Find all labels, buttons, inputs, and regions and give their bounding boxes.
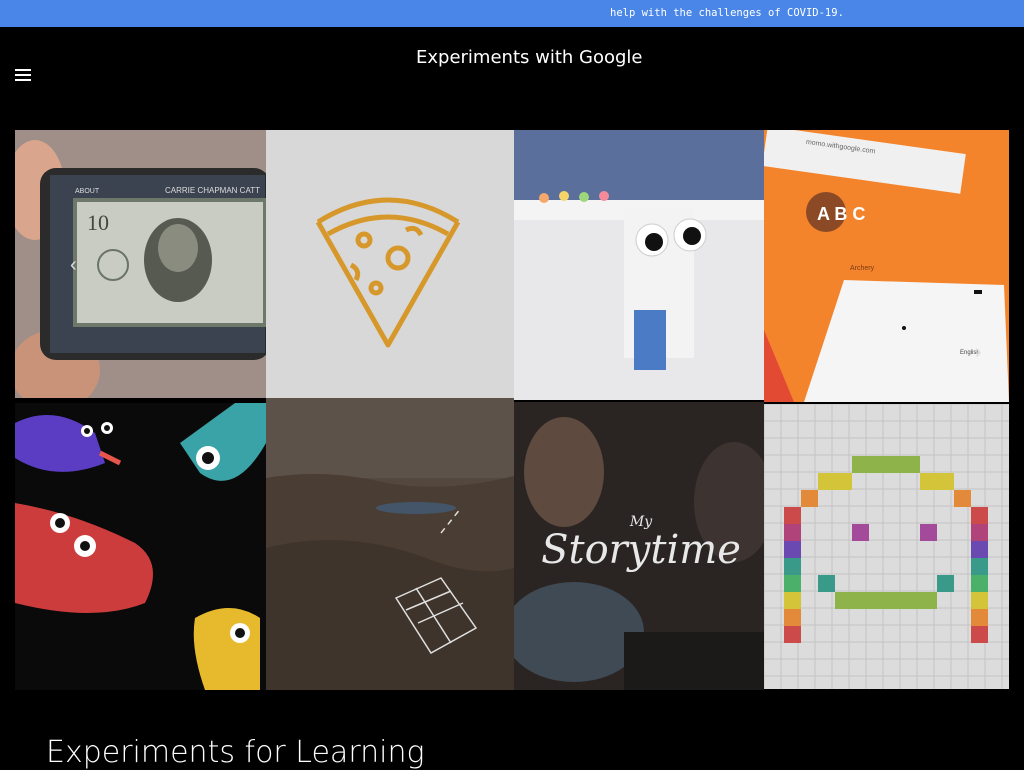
- pixel-cell: [869, 456, 886, 473]
- pixel-cell: [784, 524, 801, 541]
- experiment-tile-pixel-face[interactable]: [764, 404, 1009, 689]
- pixel-cell: [784, 507, 801, 524]
- pixel-cell: [920, 473, 937, 490]
- pixel-cell: [971, 609, 988, 626]
- pixel-cell: [937, 473, 954, 490]
- experiment-tile-pizza[interactable]: [266, 130, 514, 398]
- pixel-cell: [818, 575, 835, 592]
- pixel-cell: [818, 473, 835, 490]
- pixel-cell: [971, 626, 988, 643]
- experiment-tile-monsters[interactable]: [15, 403, 266, 690]
- money-image: 10 CARRIE CHAPMAN CATT ABOUT: [15, 130, 266, 398]
- pixel-cell: [852, 456, 869, 473]
- pixel-cell: [784, 575, 801, 592]
- carousel-prev-icon[interactable]: ‹: [70, 254, 77, 277]
- pixel-cell: [971, 558, 988, 575]
- notice-link[interactable]: [350, 2, 410, 24]
- pixel-cell: [903, 592, 920, 609]
- experiment-tile-money[interactable]: 10 CARRIE CHAPMAN CATT ABOUT: [15, 130, 266, 398]
- pixel-cell: [852, 524, 869, 541]
- experiment-tile-storytime[interactable]: My Storytime: [514, 402, 764, 690]
- pixel-cell: [784, 558, 801, 575]
- pixel-cell: [835, 592, 852, 609]
- pixel-cell: [784, 592, 801, 609]
- experiment-tile-mars[interactable]: [266, 398, 514, 690]
- pixel-cell: [801, 490, 818, 507]
- svg-text:CARRIE CHAPMAN CATT: CARRIE CHAPMAN CATT: [165, 186, 260, 195]
- svg-text:Archery: Archery: [850, 265, 875, 272]
- pixel-cell: [784, 541, 801, 558]
- notice-link[interactable]: [155, 2, 295, 24]
- pixel-cell: [784, 626, 801, 643]
- pixel-cell: [971, 592, 988, 609]
- pixel-cell: [971, 524, 988, 541]
- pixel-cell: [971, 575, 988, 592]
- notice-text: help with the challenges of COVID-19.: [610, 7, 844, 19]
- svg-text:10: 10: [87, 210, 109, 235]
- notice-link[interactable]: [415, 2, 605, 24]
- experiment-tile-robot[interactable]: [514, 130, 764, 400]
- pixel-face-image: [764, 404, 1009, 689]
- pixel-cell: [920, 524, 937, 541]
- pixel-cell: [852, 592, 869, 609]
- monsters-image: [15, 403, 266, 690]
- pixel-cell: [886, 592, 903, 609]
- pixel-cell: [886, 456, 903, 473]
- robot-image: [514, 130, 764, 400]
- pizza-image: [266, 130, 514, 398]
- svg-text:ABOUT: ABOUT: [75, 188, 100, 195]
- experiment-tile-alphabet[interactable]: momo.withgoogle.com A B C Archery Englis…: [764, 130, 1009, 402]
- section-heading: Experiments for Learning: [46, 735, 425, 770]
- pixel-cell: [784, 609, 801, 626]
- svg-text:A B C: A B C: [817, 204, 865, 224]
- hamburger-menu-icon[interactable]: [15, 69, 31, 81]
- pixel-cell: [869, 592, 886, 609]
- storytime-heading: My Storytime: [541, 514, 741, 573]
- mars-image: [266, 398, 514, 690]
- brand-link[interactable]: Experiments with Google: [416, 47, 643, 68]
- pixel-cell: [971, 507, 988, 524]
- pixel-cell: [903, 456, 920, 473]
- pixel-cell: [920, 592, 937, 609]
- carousel-next-icon[interactable]: ›: [975, 341, 982, 364]
- pixel-cell: [835, 473, 852, 490]
- top-notice-bar: help with the challenges of COVID-19.: [0, 0, 1024, 27]
- pixel-cell: [971, 541, 988, 558]
- pixel-cell: [954, 490, 971, 507]
- alphabet-image: momo.withgoogle.com A B C Archery Englis…: [764, 130, 1009, 402]
- pixel-cell: [937, 575, 954, 592]
